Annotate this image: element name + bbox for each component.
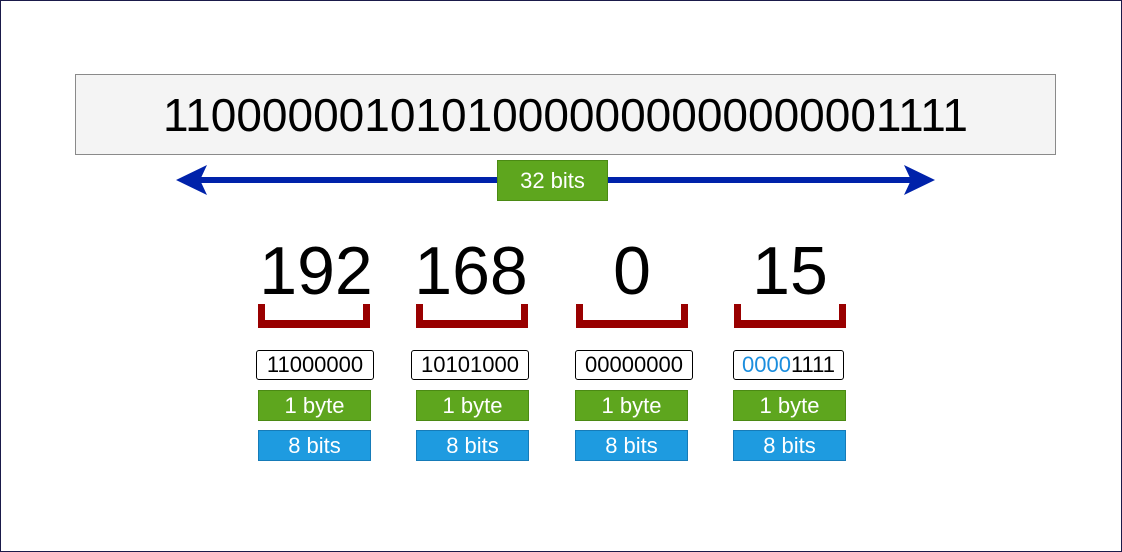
total-bits-label: 32 bits bbox=[497, 160, 608, 201]
octet-binary-rest: 1111 bbox=[790, 352, 835, 377]
octet-binary-rest: 00000000 bbox=[585, 352, 683, 377]
octet-binary: 10101000 bbox=[411, 350, 529, 380]
octet-binary: 00000000 bbox=[575, 350, 693, 380]
octet-bracket bbox=[416, 304, 528, 328]
octet-decimal: 15 bbox=[752, 233, 828, 309]
bits-label: 8 bits bbox=[258, 430, 371, 461]
octet-binary: 0000 1111 bbox=[733, 350, 844, 380]
bit-span-arrow bbox=[176, 165, 935, 195]
octet-binary-highlight: 0000 bbox=[742, 352, 791, 377]
octet-bracket bbox=[258, 304, 370, 328]
byte-label: 1 byte bbox=[416, 390, 529, 421]
octet-4: 15 0000 1111 1 byte 8 bits bbox=[730, 232, 850, 472]
octet-decimal: 192 bbox=[259, 233, 373, 309]
octet-binary-rest: 11000000 bbox=[266, 352, 364, 377]
byte-label: 1 byte bbox=[258, 390, 371, 421]
byte-label: 1 byte bbox=[575, 390, 688, 421]
octet-bracket bbox=[576, 304, 688, 328]
bits-label: 8 bits bbox=[575, 430, 688, 461]
bits-label: 8 bits bbox=[416, 430, 529, 461]
octet-binary-rest: 10101000 bbox=[421, 352, 519, 377]
octet-decimal: 168 bbox=[414, 233, 528, 309]
byte-label: 1 byte bbox=[733, 390, 846, 421]
octet-2: 168 10101000 1 byte 8 bits bbox=[411, 232, 531, 472]
octet-decimal: 0 bbox=[613, 233, 651, 309]
octet-bracket bbox=[734, 304, 846, 328]
octet-binary: 11000000 bbox=[256, 350, 374, 380]
octet-1: 192 11000000 1 byte 8 bits bbox=[256, 232, 376, 472]
octet-3: 0 00000000 1 byte 8 bits bbox=[572, 232, 693, 472]
bits-label: 8 bits bbox=[733, 430, 846, 461]
